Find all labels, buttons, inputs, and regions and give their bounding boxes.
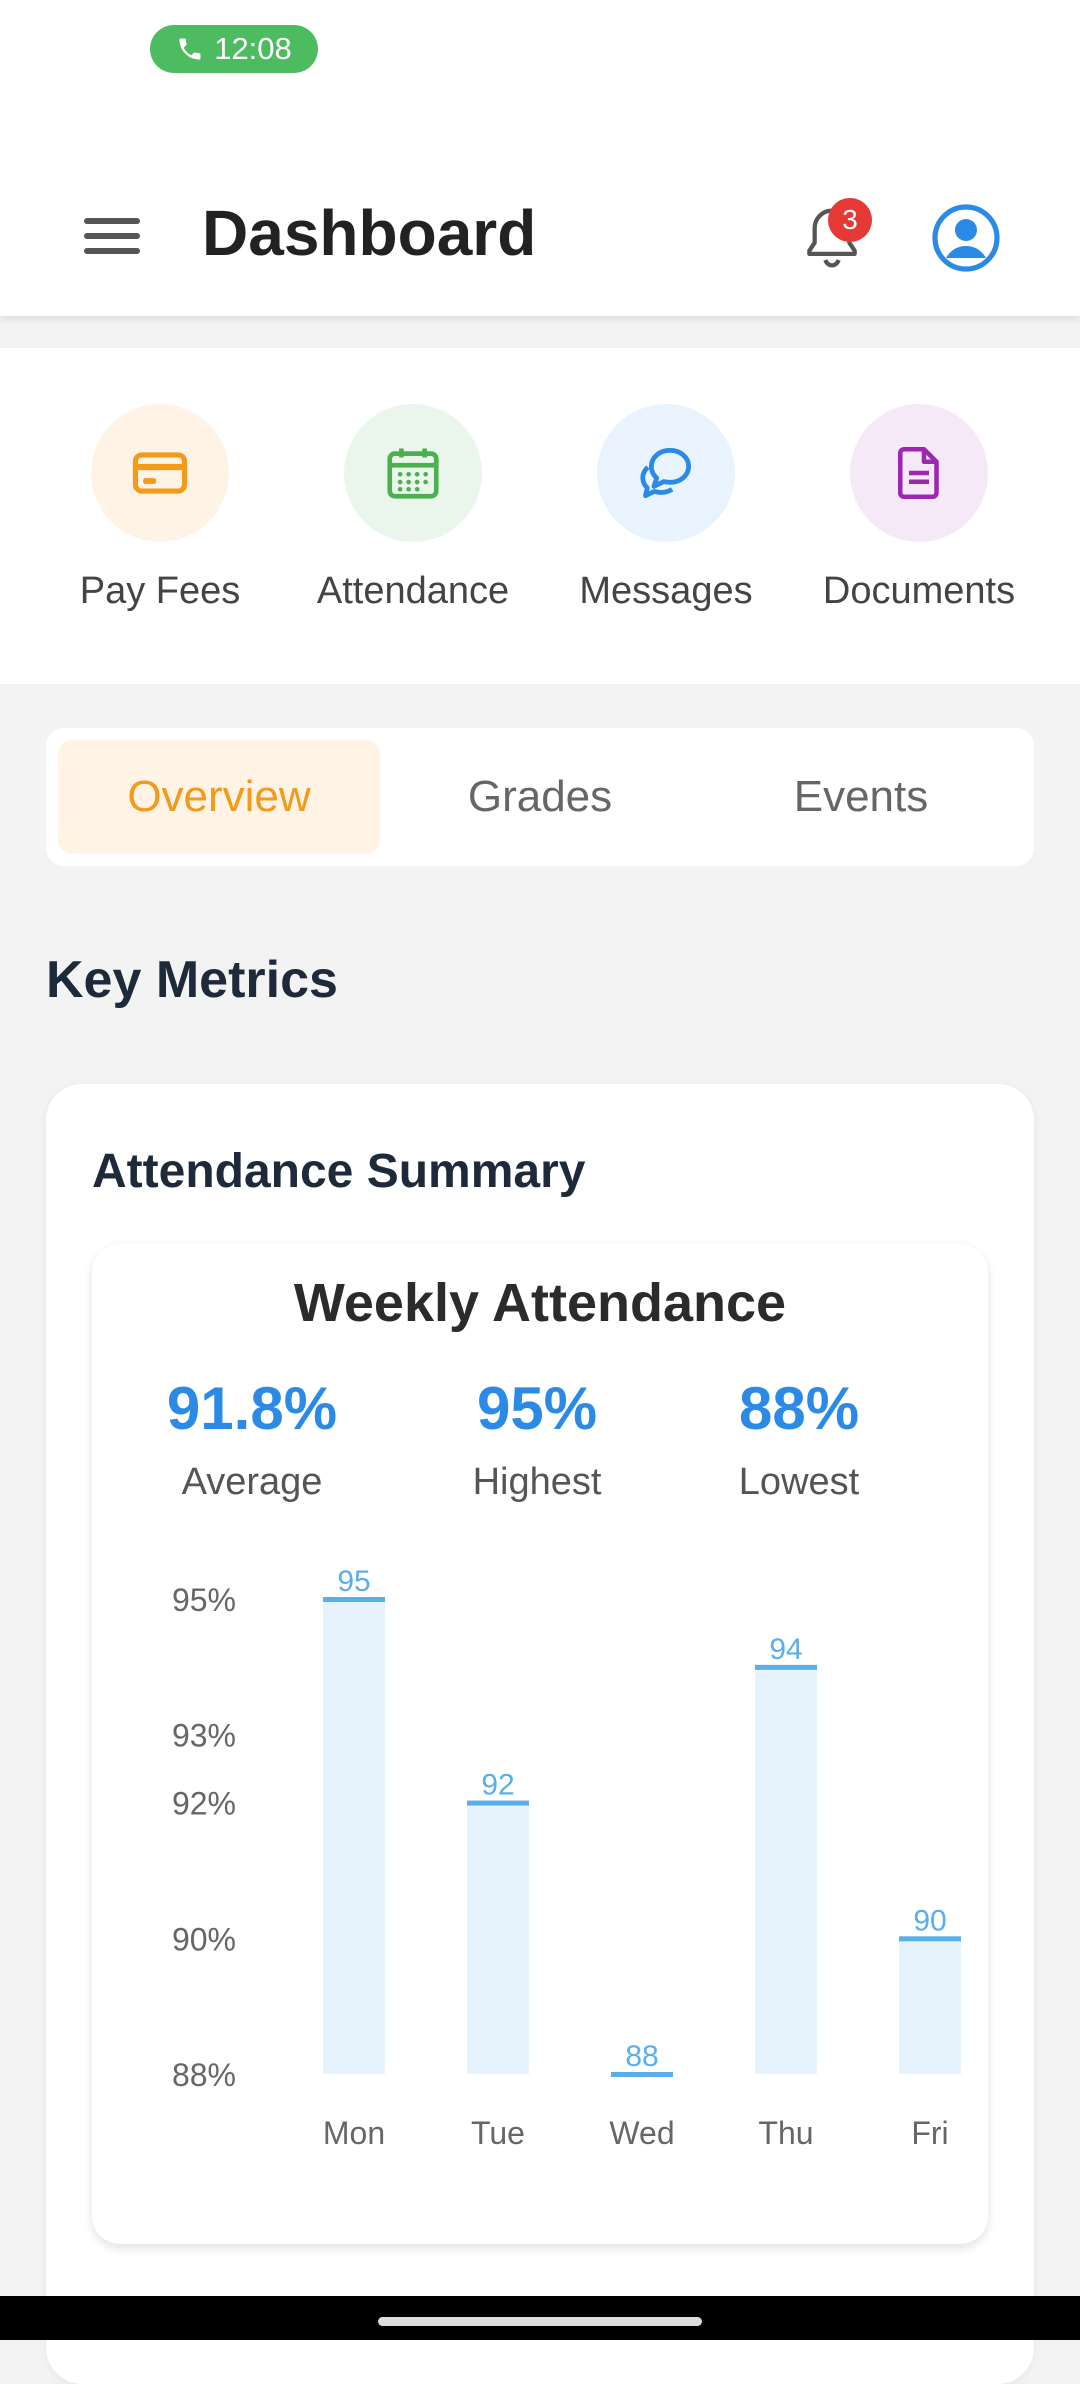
quick-action-attendance[interactable]: Attendance — [303, 404, 523, 613]
page-title: Dashboard — [202, 197, 537, 269]
quick-action-documents[interactable]: Documents — [809, 404, 1029, 613]
home-gesture-handle[interactable] — [378, 2317, 702, 2326]
quick-action-label: Pay Fees — [79, 570, 241, 612]
quick-action-label: Documents — [822, 570, 1016, 612]
pay-fees-icon-circle — [91, 404, 229, 542]
ongoing-call-pill[interactable]: 12:08 — [150, 25, 318, 73]
x-tick-label: Mon — [323, 2115, 385, 2151]
quick-action-messages[interactable]: Messages — [556, 404, 776, 613]
quick-action-pay-fees[interactable]: Pay Fees — [50, 404, 270, 613]
y-tick-label: 93% — [172, 1718, 236, 1754]
y-tick-label: 88% — [172, 2057, 236, 2093]
messages-icon-circle — [597, 404, 735, 542]
x-tick-label: Fri — [911, 2115, 948, 2151]
tab-events[interactable]: Events — [700, 740, 1022, 854]
section-title: Key Metrics — [46, 951, 338, 1009]
bar-mon — [323, 1599, 385, 2074]
app-bar — [0, 80, 1080, 316]
x-tick-label: Wed — [609, 2115, 674, 2151]
document-icon — [898, 447, 939, 499]
bar-tue — [467, 1802, 529, 2074]
bar-fri — [899, 1938, 961, 2074]
quick-action-label: Messages — [579, 570, 753, 612]
notification-badge: 3 — [828, 198, 872, 242]
x-tick-label: Thu — [758, 2115, 813, 2151]
bar-thu — [755, 1666, 817, 2074]
tab-bar: Overview Grades Events — [46, 728, 1034, 866]
chat-icon — [640, 447, 692, 499]
credit-card-icon — [132, 452, 188, 494]
call-timer: 12:08 — [214, 31, 292, 66]
bar-data-label: 88 — [625, 2040, 658, 2073]
x-tick-label: Tue — [471, 2115, 525, 2151]
bar-data-label: 94 — [769, 1633, 802, 1666]
calendar-icon — [387, 448, 439, 499]
bar-data-label: 95 — [337, 1565, 370, 1598]
card-title: Attendance Summary — [92, 1145, 586, 1198]
tab-grades[interactable]: Grades — [379, 740, 701, 854]
tab-overview[interactable]: Overview — [58, 740, 380, 854]
y-tick-label: 95% — [172, 1582, 236, 1618]
quick-actions: Pay Fees Attendance Messages Documents — [0, 348, 1080, 684]
y-tick-label: 92% — [172, 1786, 236, 1822]
status-bar: 12:08 — [0, 0, 1080, 80]
documents-icon-circle — [850, 404, 988, 542]
attendance-icon-circle — [344, 404, 482, 542]
attendance-summary-card: Attendance Summary Weekly Attendance 91.… — [46, 1084, 1034, 2384]
bar-data-label: 90 — [913, 1904, 946, 1937]
quick-action-label: Attendance — [316, 570, 510, 612]
phone-icon — [179, 38, 201, 60]
profile-avatar-icon[interactable] — [932, 204, 1000, 272]
menu-icon[interactable] — [84, 218, 140, 258]
bar-data-label: 92 — [481, 1769, 514, 1802]
weekly-attendance-chart: 95% 93% 92% 90% 88% 95 Mon 92 Tue 88 Wed 94 Thu 90 Fri — [172, 1565, 961, 2151]
weekly-attendance-panel: Weekly Attendance 91.8% Average 95% High… — [92, 1244, 988, 2244]
y-tick-label: 90% — [172, 1921, 236, 1957]
